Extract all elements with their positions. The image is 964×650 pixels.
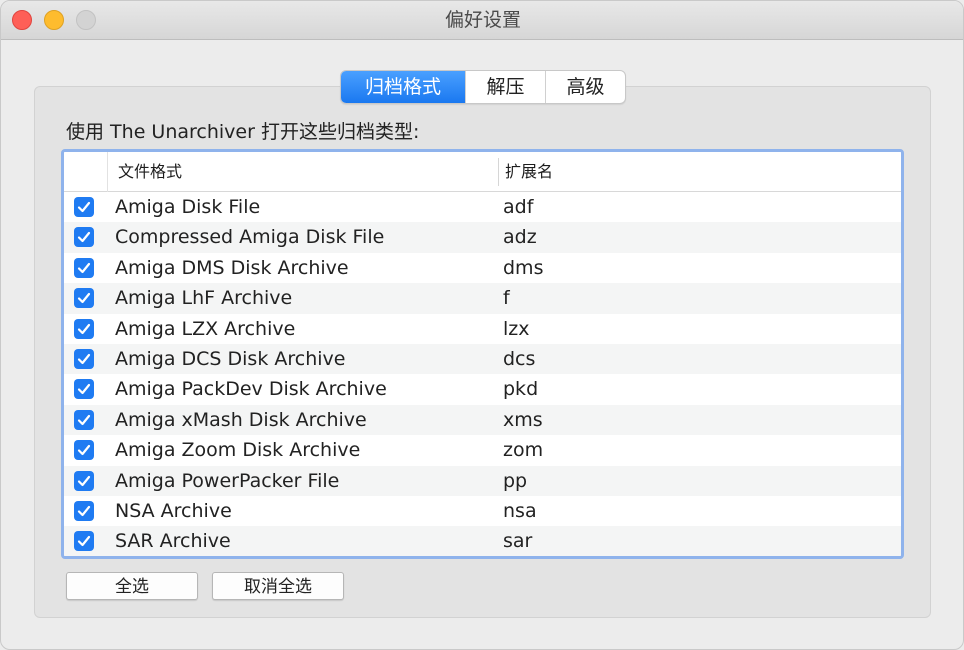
window-title: 偏好设置 xyxy=(444,9,521,31)
header-file-format[interactable]: 文件格式 xyxy=(118,152,182,192)
row-checkbox[interactable] xyxy=(74,470,94,491)
checkmark-icon xyxy=(77,536,91,547)
tab-advanced[interactable]: 高级 xyxy=(545,71,625,103)
row-extension: nsa xyxy=(503,499,537,522)
deselect-all-button[interactable]: 取消全选 xyxy=(212,572,344,600)
row-checkbox[interactable] xyxy=(74,288,94,309)
header-column-divider xyxy=(498,158,499,186)
header-checkbox-column xyxy=(64,152,108,192)
row-format-name: Amiga xMash Disk Archive xyxy=(115,408,367,431)
row-extension: dms xyxy=(503,256,544,279)
preferences-window: 偏好设置 归档格式 解压 高级 使用 The Unarchiver 打开这些归档… xyxy=(0,0,964,650)
table-row[interactable]: Compressed Amiga Disk File adz xyxy=(64,222,901,253)
row-format-name: Amiga DMS Disk Archive xyxy=(115,256,349,279)
row-checkbox[interactable] xyxy=(74,257,94,278)
checkmark-icon xyxy=(77,201,91,213)
row-extension: adz xyxy=(503,226,537,249)
tab-archive-formats[interactable]: 归档格式 xyxy=(341,71,465,103)
table-header: 文件格式 扩展名 xyxy=(64,152,901,192)
row-checkbox[interactable] xyxy=(74,348,94,369)
row-extension: pkd xyxy=(503,378,539,401)
table-row[interactable]: Amiga xMash Disk Archive xms xyxy=(64,404,901,436)
checkmark-icon xyxy=(77,475,91,486)
checkmark-icon xyxy=(77,323,91,334)
header-extension[interactable]: 扩展名 xyxy=(505,152,553,192)
row-format-name: NSA Archive xyxy=(115,499,232,522)
row-extension: lzx xyxy=(503,317,530,340)
row-checkbox[interactable] xyxy=(74,409,94,430)
row-extension: f xyxy=(503,287,510,310)
table-body: Amiga Disk File adf Compressed Amiga Disk … xyxy=(64,192,901,556)
row-format-name: Amiga Disk File xyxy=(115,196,261,218)
checkmark-icon xyxy=(77,445,91,456)
checkmark-icon xyxy=(77,232,91,243)
tab-bar: 归档格式 解压 高级 xyxy=(340,70,626,104)
table-row[interactable]: Amiga PackDev Disk Archive pkd xyxy=(64,374,901,405)
row-checkbox[interactable] xyxy=(74,197,94,217)
tab-extraction[interactable]: 解压 xyxy=(465,71,545,103)
instruction-label: 使用 The Unarchiver 打开这些归档类型: xyxy=(66,121,420,143)
table-row[interactable]: Amiga LZX Archive lzx xyxy=(64,313,901,344)
archive-format-table[interactable]: 文件格式 扩展名 Amiga Disk File adf Compressed Am… xyxy=(61,149,904,559)
table-row[interactable]: Amiga Disk File adf xyxy=(64,192,901,223)
row-checkbox[interactable] xyxy=(74,379,94,400)
table-row[interactable]: Amiga Zoom Disk Archive zom xyxy=(64,435,901,466)
row-format-name: Compressed Amiga Disk File xyxy=(115,226,385,249)
title-bar: 偏好设置 xyxy=(1,1,963,40)
row-checkbox[interactable] xyxy=(74,440,94,461)
checkmark-icon xyxy=(77,384,91,395)
checkmark-icon xyxy=(77,505,91,517)
table-row[interactable]: Amiga DCS Disk Archive dcs xyxy=(64,343,901,375)
row-extension: adf xyxy=(503,196,534,218)
row-format-name: Amiga DCS Disk Archive xyxy=(115,347,346,370)
row-format-name: Amiga Zoom Disk Archive xyxy=(115,439,361,462)
row-checkbox[interactable] xyxy=(74,531,94,552)
row-extension: sar xyxy=(503,530,533,553)
row-checkbox[interactable] xyxy=(74,500,94,521)
row-checkbox[interactable] xyxy=(74,318,94,339)
checkmark-icon xyxy=(77,293,91,304)
row-format-name: SAR Archive xyxy=(115,530,231,553)
row-checkbox[interactable] xyxy=(74,227,94,248)
checkmark-icon xyxy=(77,262,91,273)
row-format-name: Amiga PowerPacker File xyxy=(115,469,340,492)
table-row[interactable]: Amiga LhF Archive f xyxy=(64,283,901,314)
row-extension: pp xyxy=(503,469,528,492)
row-extension: xms xyxy=(503,408,543,431)
row-extension: dcs xyxy=(503,347,536,370)
row-format-name: Amiga LZX Archive xyxy=(115,317,296,340)
select-all-button[interactable]: 全选 xyxy=(66,572,198,600)
table-row[interactable]: SAR Archive sar xyxy=(64,526,901,556)
table-row[interactable]: Amiga DMS Disk Archive dms xyxy=(64,252,901,284)
row-format-name: Amiga LhF Archive xyxy=(115,287,293,310)
table-row[interactable]: NSA Archive nsa xyxy=(64,495,901,527)
checkmark-icon xyxy=(77,414,91,425)
row-format-name: Amiga PackDev Disk Archive xyxy=(115,378,387,401)
checkmark-icon xyxy=(77,353,91,365)
table-row[interactable]: Amiga PowerPacker File pp xyxy=(64,465,901,496)
row-extension: zom xyxy=(503,439,544,462)
